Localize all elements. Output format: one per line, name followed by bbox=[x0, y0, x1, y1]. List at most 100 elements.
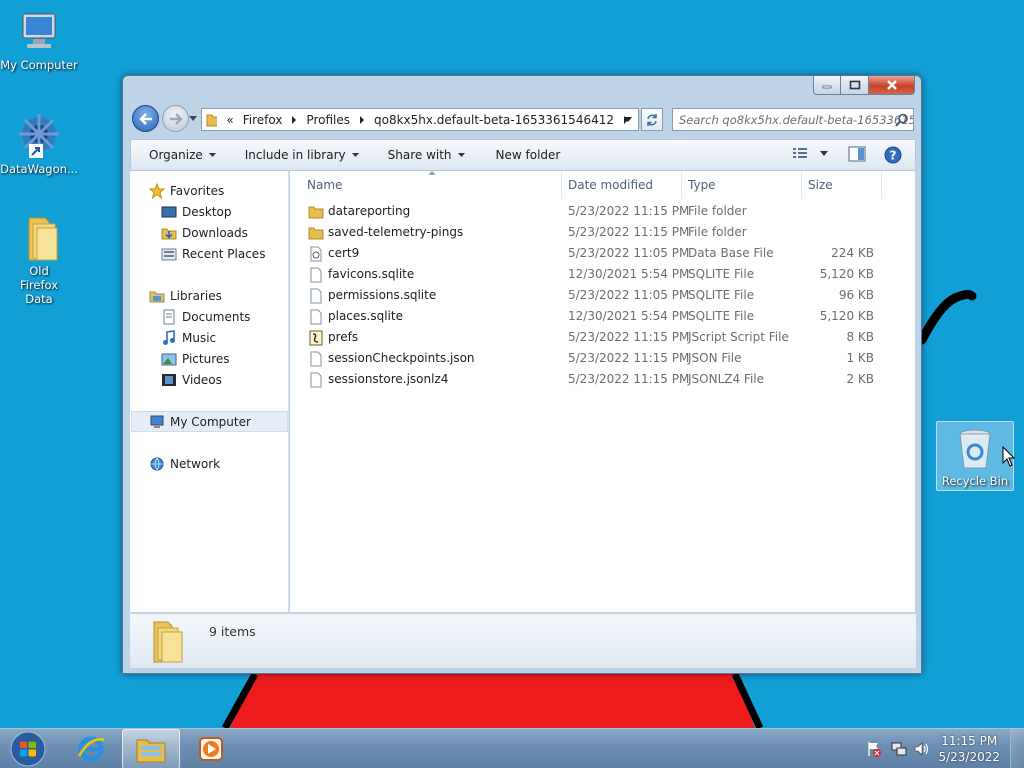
nav-documents[interactable]: Documents bbox=[161, 306, 250, 327]
nav-label: Desktop bbox=[182, 204, 232, 219]
organize-button[interactable]: Organize bbox=[131, 148, 227, 162]
refresh-icon bbox=[647, 113, 657, 126]
forward-button[interactable] bbox=[162, 105, 189, 132]
file-name: datareporting bbox=[328, 204, 411, 218]
downloads-icon bbox=[161, 228, 177, 239]
nav-recent-places[interactable]: Recent Places bbox=[161, 243, 265, 264]
include-in-library-button[interactable]: Include in library bbox=[227, 148, 370, 162]
maximize-button[interactable] bbox=[841, 76, 869, 95]
volume-icon[interactable] bbox=[914, 741, 930, 757]
search-input[interactable]: Search qo8kx5hx.default-beta-16533615... bbox=[672, 108, 914, 131]
include-in-library-label: Include in library bbox=[244, 148, 346, 162]
desktop-icon-datawagon[interactable]: DataWagon... bbox=[0, 112, 78, 176]
file-row[interactable]: datareporting 5/23/2022 11:15 PM File fold… bbox=[290, 201, 890, 222]
close-icon bbox=[886, 80, 897, 90]
preview-pane-icon bbox=[848, 146, 866, 162]
database-file-icon bbox=[308, 246, 324, 262]
share-with-button[interactable]: Share with bbox=[370, 148, 476, 162]
desktop-icon-label: My Computer bbox=[0, 58, 78, 72]
nav-videos[interactable]: Videos bbox=[161, 369, 222, 390]
column-label: Name bbox=[307, 178, 343, 192]
column-label: Type bbox=[688, 178, 716, 192]
taskbar-media-player[interactable] bbox=[184, 729, 238, 768]
file-row[interactable]: places.sqlite 12/30/2021 5:54 PM SQLITE Fi… bbox=[290, 306, 890, 327]
taskbar-internet-explorer[interactable] bbox=[64, 729, 118, 768]
file-icon bbox=[308, 351, 324, 367]
file-row[interactable]: sessionstore.jsonlz4 5/23/2022 11:15 PM JS… bbox=[290, 369, 890, 390]
minimize-button[interactable] bbox=[813, 76, 841, 95]
nav-label: Network bbox=[170, 456, 221, 471]
chevron-down-icon[interactable] bbox=[624, 117, 632, 123]
taskbar-windows-explorer[interactable] bbox=[122, 729, 180, 768]
chevron-right-icon[interactable] bbox=[359, 113, 365, 127]
action-center-flag-icon[interactable] bbox=[866, 741, 882, 757]
file-type: SQLITE File bbox=[688, 267, 755, 281]
file-name: places.sqlite bbox=[328, 309, 403, 323]
network-icon bbox=[150, 457, 164, 470]
caption-buttons bbox=[813, 76, 915, 95]
chevron-right-icon[interactable] bbox=[291, 113, 297, 127]
nav-libraries[interactable]: Libraries bbox=[149, 285, 222, 306]
details-pane: 9 items bbox=[130, 613, 916, 668]
file-type: File folder bbox=[688, 225, 747, 239]
file-icon bbox=[308, 267, 324, 283]
file-row[interactable]: cert9 5/23/2022 11:05 PM Data Base File 224… bbox=[290, 243, 890, 264]
start-button[interactable] bbox=[4, 729, 52, 768]
file-row[interactable]: sessionCheckpoints.json 5/23/2022 11:15 P… bbox=[290, 348, 890, 369]
breadcrumb-overflow[interactable]: « bbox=[226, 113, 233, 127]
computer-icon bbox=[15, 8, 63, 56]
back-button[interactable] bbox=[132, 105, 159, 132]
documents-icon bbox=[163, 309, 175, 324]
file-row[interactable]: favicons.sqlite 12/30/2021 5:54 PM SQLITE … bbox=[290, 264, 890, 285]
help-button[interactable]: ? bbox=[884, 146, 902, 167]
new-folder-button[interactable]: New folder bbox=[476, 148, 572, 162]
folder-icon bbox=[308, 204, 324, 220]
desktop-icon-my-computer[interactable]: My Computer bbox=[0, 8, 78, 72]
change-view-button[interactable] bbox=[792, 146, 828, 160]
file-date: 12/30/2021 5:54 PM bbox=[568, 267, 690, 281]
nav-favorites[interactable]: Favorites bbox=[149, 180, 224, 201]
column-header-name[interactable]: Name bbox=[290, 171, 562, 199]
minimize-icon bbox=[822, 85, 832, 89]
file-row[interactable]: saved-telemetry-pings 5/23/2022 11:15 PM F… bbox=[290, 222, 890, 243]
nav-my-computer[interactable]: My Computer bbox=[131, 411, 288, 432]
desktop-icon-old-firefox-data[interactable]: Old Firefox Data bbox=[0, 214, 78, 306]
share-with-label: Share with bbox=[387, 148, 452, 162]
search-icon[interactable] bbox=[895, 113, 909, 127]
file-row[interactable]: permissions.sqlite 5/23/2022 11:05 PM SQLI… bbox=[290, 285, 890, 306]
nav-pictures[interactable]: Pictures bbox=[161, 348, 230, 369]
nav-downloads[interactable]: Downloads bbox=[161, 222, 248, 243]
videos-icon bbox=[162, 373, 176, 386]
address-row: « Firefox Profiles qo8kx5hx.default-beta… bbox=[130, 103, 916, 133]
address-bar[interactable]: « Firefox Profiles qo8kx5hx.default-beta… bbox=[201, 108, 639, 131]
refresh-button[interactable] bbox=[641, 108, 663, 131]
taskbar: 11:15 PM 5/23/2022 bbox=[0, 728, 1024, 768]
breadcrumb-firefox[interactable]: Firefox bbox=[243, 113, 283, 127]
nav-network[interactable]: Network bbox=[149, 453, 220, 474]
file-date: 5/23/2022 11:15 PM bbox=[568, 372, 690, 386]
network-tray-icon[interactable] bbox=[891, 741, 907, 757]
column-header-size[interactable]: Size bbox=[802, 171, 882, 199]
file-row[interactable]: prefs 5/23/2022 11:15 PM JScript Script Fi… bbox=[290, 327, 890, 348]
maximize-icon bbox=[849, 80, 860, 90]
nav-desktop[interactable]: Desktop bbox=[161, 201, 232, 222]
preview-pane-button[interactable] bbox=[848, 146, 866, 165]
command-bar: Organize Include in library Share with N… bbox=[130, 139, 916, 171]
column-header-type[interactable]: Type bbox=[682, 171, 802, 199]
nav-music[interactable]: Music bbox=[161, 327, 216, 348]
nav-label: Favorites bbox=[170, 183, 225, 198]
file-date: 12/30/2021 5:54 PM bbox=[568, 309, 690, 323]
internet-explorer-icon bbox=[77, 736, 105, 762]
close-button[interactable] bbox=[869, 76, 915, 95]
column-header-date-modified[interactable]: Date modified bbox=[562, 171, 682, 199]
show-desktop-button[interactable] bbox=[1010, 729, 1024, 768]
folder-icon bbox=[136, 739, 166, 763]
file-size: 224 KB bbox=[831, 246, 874, 260]
file-name: cert9 bbox=[328, 246, 360, 260]
breadcrumb-profiles[interactable]: Profiles bbox=[306, 113, 350, 127]
breadcrumb-profile-folder[interactable]: qo8kx5hx.default-beta-1653361546412 bbox=[374, 113, 614, 127]
clock[interactable]: 11:15 PM 5/23/2022 bbox=[938, 733, 1000, 765]
recent-pages-dropdown[interactable] bbox=[189, 114, 197, 122]
file-date: 5/23/2022 11:15 PM bbox=[568, 351, 690, 365]
nav-label: Documents bbox=[182, 309, 251, 324]
